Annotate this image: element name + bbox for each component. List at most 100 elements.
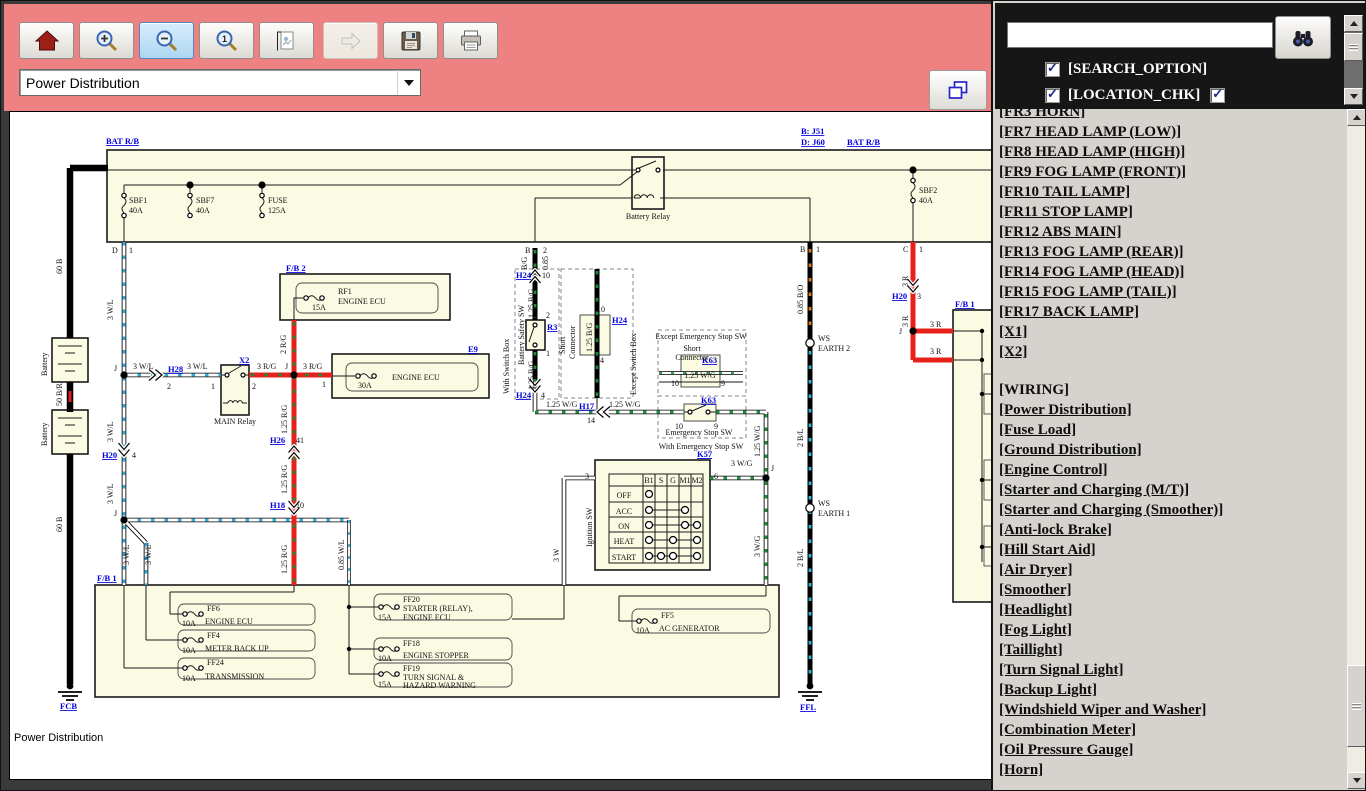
diagram-link-label[interactable]: X2 <box>239 355 249 365</box>
diagram-label: SBF1 <box>129 196 147 205</box>
sidebar-link[interactable]: [Oil Pressure Gauge] <box>999 740 1346 760</box>
sidebar-link[interactable]: [Starter and Charging (M/T)] <box>999 480 1346 500</box>
diagram-link-label[interactable]: H26 <box>270 435 285 445</box>
diagram-link-label[interactable]: H17 <box>579 401 595 411</box>
diagram-label: ENGINE ECU <box>403 613 451 622</box>
diagram-label: 0.85 <box>541 256 550 270</box>
diagram-link-label[interactable]: F/B 2 <box>286 263 306 273</box>
diagram-label: 3 R <box>930 320 942 329</box>
diagram-label: START <box>612 553 636 562</box>
print-button[interactable] <box>443 22 498 59</box>
diagram-link-label[interactable]: R3 <box>547 322 557 332</box>
home-button[interactable] <box>19 22 74 59</box>
diagram-link-label[interactable]: F/B 1 <box>97 573 117 583</box>
sidebar-link[interactable]: [Combination Meter] <box>999 720 1346 740</box>
search-input[interactable] <box>1007 22 1273 48</box>
scrollbar-thumb[interactable] <box>1344 33 1363 61</box>
save-button[interactable] <box>383 22 438 59</box>
search-panel-scrollbar[interactable] <box>1344 15 1363 105</box>
diagram-link-label[interactable]: BAT R/B <box>847 137 880 147</box>
sidebar-link[interactable]: [Windshield Wiper and Washer] <box>999 700 1346 720</box>
sidebar-link[interactable]: [Smoother] <box>999 580 1346 600</box>
location-chk-checkbox[interactable] <box>1045 88 1060 103</box>
scroll-up-button[interactable] <box>1344 15 1363 32</box>
sidebar: [SEARCH_OPTION] [LOCATION_CHK] [FR3 HORN… <box>991 1 1366 791</box>
diagram-link-label[interactable]: H24 <box>612 315 628 325</box>
dropdown-arrow[interactable] <box>397 70 420 95</box>
diagram-label: J <box>114 364 117 373</box>
search-button[interactable] <box>1275 16 1331 59</box>
sidebar-link[interactable]: [FR8 HEAD LAMP (HIGH)] <box>999 142 1346 162</box>
diagram-link-label[interactable]: H28 <box>168 364 183 374</box>
diagram-link-label[interactable]: FFL <box>800 702 816 712</box>
diagram-link-label[interactable]: F/B 1 <box>955 299 975 309</box>
diagram-label: 1.25 W/G <box>753 425 762 457</box>
scrollbar-thumb[interactable] <box>1347 665 1366 747</box>
open-new-window-button[interactable] <box>929 70 987 110</box>
zoom-in-icon <box>94 28 120 54</box>
diagram-canvas: BAT R/B B: J51D: J60 BAT R/B F/B 2 X2 H28 E9 H2… <box>9 111 992 780</box>
scroll-down-button[interactable] <box>1347 772 1366 789</box>
sidebar-link[interactable]: [Taillight] <box>999 640 1346 660</box>
sidebar-link[interactable]: [Hill Start Aid] <box>999 540 1346 560</box>
diagram-select-dropdown[interactable]: Power Distribution <box>19 69 421 96</box>
diagram-link-label[interactable]: H24 <box>516 390 532 400</box>
sidebar-link[interactable]: [FR12 ABS MAIN] <box>999 222 1346 242</box>
sidebar-link[interactable]: [FR3 HORN] <box>999 109 1346 122</box>
toolbar: 1 Power Distribution <box>4 4 991 111</box>
diagram-label: 2 <box>252 382 256 391</box>
sidebar-link[interactable]: [X2] <box>999 342 1346 362</box>
scroll-down-button[interactable] <box>1344 88 1363 105</box>
sidebar-link[interactable]: [FR11 STOP LAMP] <box>999 202 1346 222</box>
diagram-link-label[interactable]: H24 <box>516 270 532 280</box>
sidebar-link[interactable]: [X1] <box>999 322 1346 342</box>
sidebar-link[interactable]: [FR7 HEAD LAMP (LOW)] <box>999 122 1346 142</box>
sidebar-link[interactable]: [FR17 BACK LAMP] <box>999 302 1346 322</box>
sidebar-link[interactable]: [FR13 FOG LAMP (REAR)] <box>999 242 1346 262</box>
sidebar-link[interactable]: [Power Distribution] <box>999 400 1346 420</box>
diagram-label: B <box>800 245 805 254</box>
diagram-label: 2 B/L <box>796 548 805 567</box>
sidebar-link[interactable]: [Anti-lock Brake] <box>999 520 1346 540</box>
diagram-link-label[interactable]: H18 <box>270 500 285 510</box>
binoculars-search-icon <box>1290 25 1316 51</box>
diagram-link-label[interactable]: BAT R/B <box>106 136 139 146</box>
sidebar-link[interactable]: [Turn Signal Light] <box>999 660 1346 680</box>
zoom-actual-button[interactable]: 1 <box>199 22 254 59</box>
fit-page-button[interactable] <box>259 22 314 59</box>
diagram-link-label[interactable]: B: J51 <box>801 126 824 136</box>
scroll-up-button[interactable] <box>1347 109 1366 126</box>
sidebar-link[interactable]: [FR15 FOG LAMP (TAIL)] <box>999 282 1346 302</box>
search-option-checkbox[interactable] <box>1045 62 1060 77</box>
diagram-label: 1 <box>816 245 820 254</box>
forward-button[interactable] <box>323 22 378 59</box>
location-chk-trailing-checkbox[interactable] <box>1210 88 1225 103</box>
sidebar-link[interactable]: [Fuse Load] <box>999 420 1346 440</box>
scroll-down-icon <box>1353 778 1361 783</box>
diagram-link-label[interactable]: H20 <box>102 450 117 460</box>
sidebar-link[interactable]: [Starter and Charging (Smoother)] <box>999 500 1346 520</box>
diagram-link-label[interactable]: K63 <box>701 395 716 405</box>
diagram-label: TRANSMISSION <box>205 672 264 681</box>
sidebar-link[interactable]: [Air Dryer] <box>999 560 1346 580</box>
sidebar-link[interactable]: [Backup Light] <box>999 680 1346 700</box>
sidebar-link[interactable]: [Ground Distribution] <box>999 440 1346 460</box>
diagram-label: 10 <box>296 501 304 510</box>
sidebar-link[interactable]: [Horn] <box>999 760 1346 780</box>
sidebar-link[interactable]: [Engine Control] <box>999 460 1346 480</box>
zoom-in-button[interactable] <box>79 22 134 59</box>
diagram-label: ENGINE ECU <box>205 617 253 626</box>
diagram-link-label[interactable]: H20 <box>892 291 907 301</box>
sidebar-link[interactable]: [FR14 FOG LAMP (HEAD)] <box>999 262 1346 282</box>
link-list-scrollbar[interactable] <box>1347 109 1366 789</box>
sidebar-link[interactable]: [Headlight] <box>999 600 1346 620</box>
sidebar-link[interactable]: [FR10 TAIL LAMP] <box>999 182 1346 202</box>
zoom-out-button[interactable] <box>139 22 194 59</box>
diagram-link-label[interactable]: FCB <box>60 701 77 711</box>
diagram-link-label[interactable]: D: J60 <box>801 137 825 147</box>
sidebar-link[interactable]: [Fog Light] <box>999 620 1346 640</box>
fit-page-icon <box>274 28 300 54</box>
sidebar-link[interactable]: [FR9 FOG LAMP (FRONT)] <box>999 162 1346 182</box>
diagram-link-label[interactable]: E9 <box>468 344 478 354</box>
copy-window-icon <box>945 77 971 103</box>
